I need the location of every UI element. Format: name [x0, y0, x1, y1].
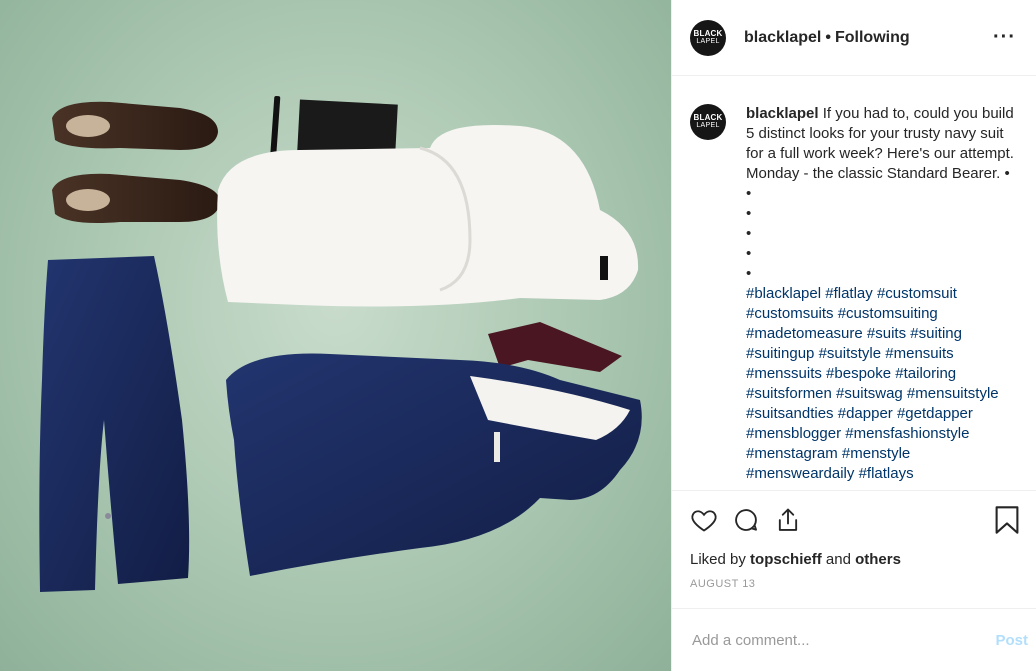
likes-prefix: Liked by [690, 551, 746, 568]
header-username[interactable]: blacklapel [744, 29, 821, 47]
follow-status-button[interactable]: Following [835, 29, 910, 47]
caption-bullet: • [746, 225, 752, 242]
hashtag-link[interactable]: #mensblogger [746, 425, 841, 442]
likes-user-link[interactable]: topschieff [750, 551, 822, 568]
hashtag-link[interactable]: #customsuit [877, 285, 957, 302]
hashtag-link[interactable]: #flatlay [825, 285, 873, 302]
hashtag-link[interactable]: #suitsandties [746, 405, 834, 422]
heart-icon[interactable] [690, 506, 718, 534]
post-comment-button[interactable]: Post [995, 632, 1028, 649]
avatar-text-line2: LAPEL [696, 37, 720, 45]
hashtag-list: #blacklapel #flatlay #customsuit #custom… [746, 284, 1016, 484]
caption-avatar-text-line1: BLACK [693, 113, 723, 122]
caption-bullet: • [746, 265, 752, 282]
comments-section: BLACK LAPEL blacklapel If you had to, co… [672, 76, 1036, 490]
likes-line: Liked by topschieff and others [672, 548, 1036, 572]
post-sidebar: BLACK LAPEL blacklapel • Following ··· B… [671, 0, 1036, 671]
caption-bullet: • [746, 205, 752, 222]
hashtag-link[interactable]: #mensfashionstyle [845, 425, 969, 442]
caption-avatar-text-line2: LAPEL [696, 122, 720, 129]
caption-bullet: • [746, 245, 752, 262]
hashtag-link[interactable]: #suitswag [836, 385, 903, 402]
share-icon[interactable] [774, 506, 802, 534]
hashtag-link[interactable]: #customsuiting [838, 305, 938, 322]
flatlay-illustration [39, 96, 642, 592]
avatar[interactable]: BLACK LAPEL [690, 19, 726, 56]
shoe-top [52, 101, 218, 150]
hashtag-link[interactable]: #suitingup [746, 345, 814, 362]
shoe-bottom [52, 173, 220, 223]
caption-bullet: • [746, 185, 752, 202]
caption: blacklapel If you had to, could you buil… [746, 104, 1016, 490]
hashtag-link[interactable]: #mensuitstyle [907, 385, 999, 402]
post-photo[interactable] [0, 0, 671, 671]
header-separator: • [825, 28, 831, 46]
hashtag-link[interactable]: #menstyle [842, 445, 910, 462]
hashtag-link[interactable]: #suitstyle [819, 345, 882, 362]
bookmark-icon[interactable] [994, 505, 1020, 535]
hashtag-link[interactable]: #mensweardaily [746, 465, 854, 482]
hashtag-link[interactable]: #blacklapel [746, 285, 821, 302]
likes-conj: and [825, 551, 851, 568]
caption-username[interactable]: blacklapel [746, 105, 819, 122]
hashtag-link[interactable]: #suitsformen [746, 385, 832, 402]
hashtag-link[interactable]: #madetomeasure [746, 325, 863, 342]
hashtag-link[interactable]: #menstagram [746, 445, 838, 462]
hashtag-link[interactable]: #tailoring [895, 365, 956, 382]
hashtag-link[interactable]: #getdapper [897, 405, 973, 422]
avatar-text-line1: BLACK [693, 28, 723, 38]
comment-input[interactable] [690, 630, 996, 650]
more-options-icon[interactable]: ··· [993, 26, 1016, 49]
hashtag-link[interactable]: #mensuits [885, 345, 953, 362]
caption-avatar[interactable]: BLACK LAPEL [690, 104, 726, 140]
hashtag-link[interactable]: #bespoke [826, 365, 891, 382]
post-dialog: BLACK LAPEL blacklapel • Following ··· B… [0, 0, 1036, 671]
hashtag-link[interactable]: #suits [867, 325, 906, 342]
hashtag-link[interactable]: #dapper [838, 405, 893, 422]
action-bar [672, 490, 1036, 548]
likes-others-link[interactable]: others [855, 551, 901, 568]
comment-bubble-icon[interactable] [732, 506, 760, 534]
hashtag-link[interactable]: #menssuits [746, 365, 822, 382]
post-header: BLACK LAPEL blacklapel • Following ··· [672, 0, 1036, 76]
hashtag-link[interactable]: #flatlays [859, 465, 914, 482]
post-date[interactable]: AUGUST 13 [672, 572, 1036, 594]
hashtag-link[interactable]: #suiting [910, 325, 962, 342]
add-comment-bar: Post [672, 608, 1036, 671]
hashtag-link[interactable]: #customsuits [746, 305, 834, 322]
